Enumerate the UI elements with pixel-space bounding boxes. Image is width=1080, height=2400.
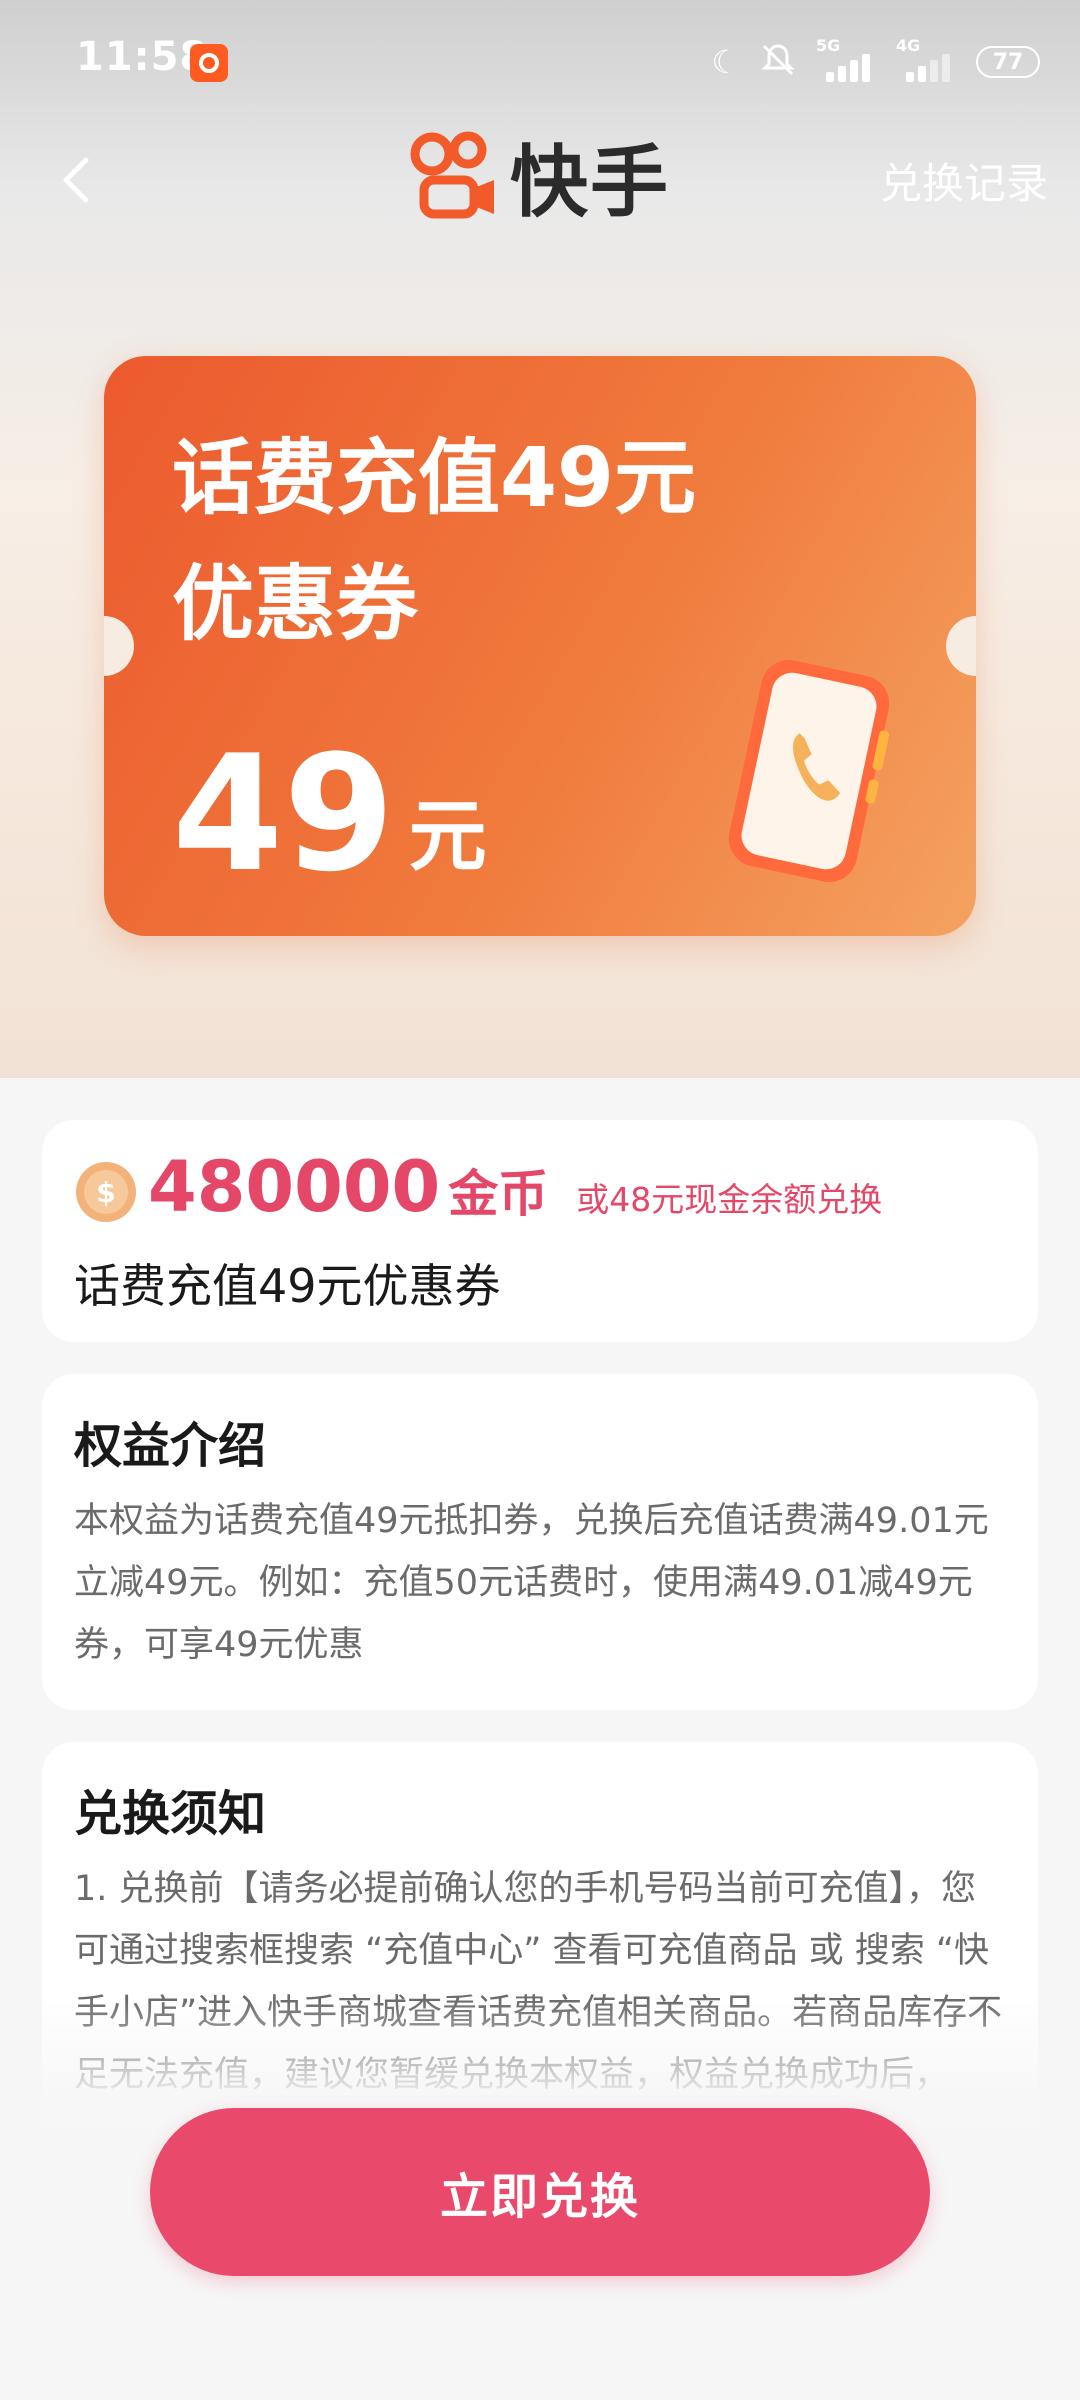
brand-name: 快手 (510, 138, 671, 228)
price-card: $ 480000 金币 或48元现金余额兑换 话费充值49元优惠券 (42, 1120, 1038, 1342)
battery-icon: 77 (976, 46, 1040, 78)
signal-4g-icon: 4G (896, 36, 958, 82)
coupon-title: 话费充值49元优惠券 (172, 431, 697, 652)
page-root: 11:58 ☾ 5G 4G 77 快手 兑换记录 话费充值49元优惠券 49 元… (0, 0, 1080, 2400)
kuaishou-notification-icon (190, 44, 228, 82)
back-button[interactable] (48, 150, 108, 210)
coupon-amount-number: 49 (172, 720, 395, 907)
top-nav: 快手 兑换记录 (0, 110, 1080, 240)
mute-bell-icon (758, 40, 798, 85)
coupon-notch-left (104, 616, 134, 676)
coupon-notch-right (946, 616, 976, 676)
coupon-name: 话费充值49元优惠券 (74, 1259, 501, 1313)
price-row: 480000 金币 或48元现金余额兑换 (148, 1146, 882, 1228)
cash-alternative-text: 或48元现金余额兑换 (576, 1180, 883, 1219)
benefit-intro-card: 权益介绍 本权益为话费充值49元抵扣券，兑换后充值话费满49.01元立减49元。… (42, 1374, 1038, 1710)
coupon-amount: 49 元 (172, 734, 487, 894)
chevron-left-icon (63, 157, 89, 203)
redeem-now-button[interactable]: 立即兑换 (150, 2108, 930, 2276)
coupon-amount-unit: 元 (408, 792, 487, 882)
signal-5g-icon: 5G (816, 36, 878, 82)
benefit-intro-body: 本权益为话费充值49元抵扣券，兑换后充值话费满49.01元立减49元。例如：充值… (74, 1501, 989, 1665)
status-bar: 11:58 ☾ 5G 4G 77 (0, 0, 1080, 120)
kuaishou-logo-icon (410, 131, 494, 219)
brand: 快手 (408, 116, 670, 236)
coin-unit: 金币 (448, 1165, 549, 1223)
phone-call-icon (728, 659, 890, 883)
moon-icon: ☾ (711, 43, 740, 81)
exchange-history-link[interactable]: 兑换记录 (880, 150, 1048, 211)
benefit-intro-title: 权益介绍 (74, 1418, 267, 1474)
status-icons: ☾ 5G 4G 77 (711, 34, 1040, 90)
status-time: 11:58 (76, 34, 209, 80)
exchange-notice-title: 兑换须知 (74, 1786, 267, 1842)
coin-price: 480000 (148, 1146, 441, 1228)
svg-text:$: $ (96, 1176, 115, 1209)
coupon-card: 话费充值49元优惠券 49 元 (104, 356, 976, 936)
gold-coin-icon: $ (76, 1162, 136, 1222)
